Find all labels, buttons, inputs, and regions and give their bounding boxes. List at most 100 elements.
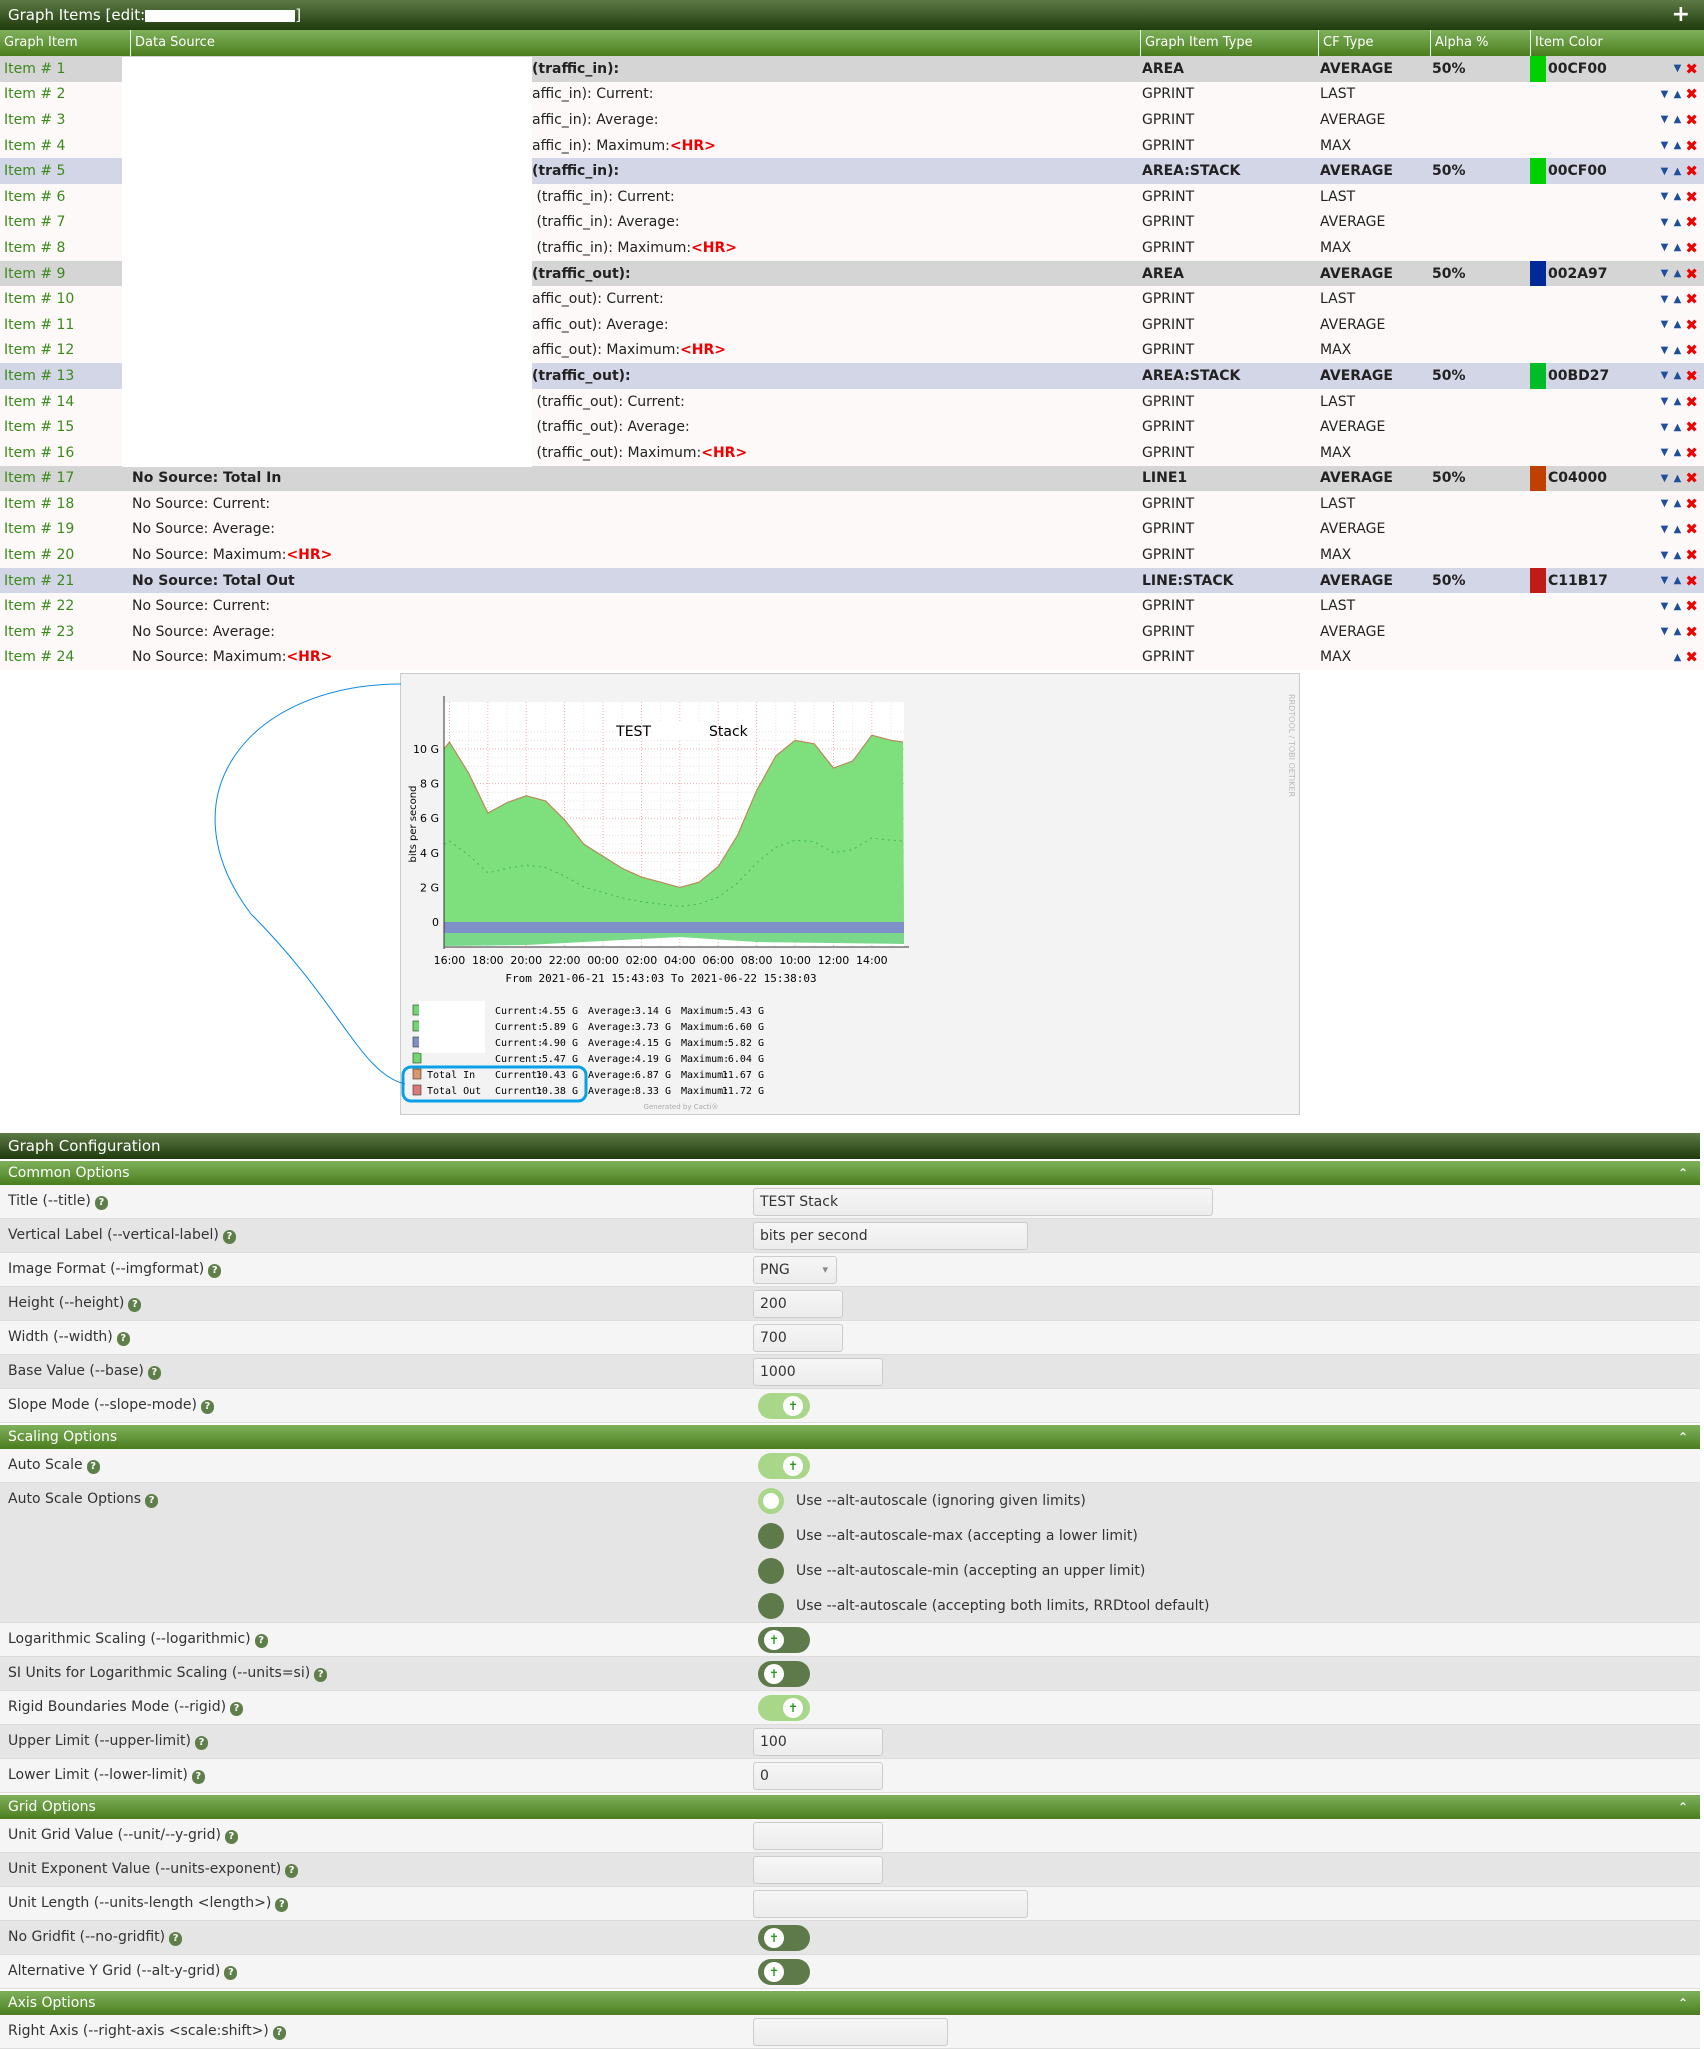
item-link[interactable]: Item # 2 bbox=[0, 86, 130, 102]
help-icon[interactable]: ? bbox=[116, 1332, 130, 1346]
text-input[interactable]: 1000 bbox=[753, 1357, 883, 1386]
move-up-icon[interactable]: ▲ bbox=[1672, 575, 1682, 586]
text-input[interactable] bbox=[753, 2017, 948, 2046]
item-link[interactable]: Item # 18 bbox=[0, 496, 130, 512]
item-link[interactable]: Item # 20 bbox=[0, 547, 130, 563]
item-link[interactable]: Item # 16 bbox=[0, 445, 130, 461]
help-icon[interactable]: ? bbox=[275, 1898, 289, 1912]
toggle-switch[interactable]: ✝ bbox=[758, 1958, 810, 1985]
help-icon[interactable]: ? bbox=[272, 2026, 286, 2040]
delete-icon[interactable]: ✖ bbox=[1685, 213, 1698, 231]
help-icon[interactable]: ? bbox=[230, 1702, 244, 1716]
radio-option[interactable]: Use --alt-autoscale (accepting both limi… bbox=[758, 1588, 1209, 1623]
text-input[interactable] bbox=[753, 1821, 883, 1850]
collapse-icon[interactable]: ⌃ bbox=[1678, 1425, 1688, 1449]
item-link[interactable]: Item # 4 bbox=[0, 138, 130, 154]
delete-icon[interactable]: ✖ bbox=[1685, 648, 1698, 666]
radio-option[interactable]: Use --alt-autoscale (ignoring given limi… bbox=[758, 1483, 1209, 1518]
move-up-icon[interactable]: ▲ bbox=[1672, 89, 1682, 100]
move-up-icon[interactable]: ▲ bbox=[1672, 242, 1682, 253]
move-down-icon[interactable]: ▼ bbox=[1659, 242, 1669, 253]
move-up-icon[interactable]: ▲ bbox=[1672, 498, 1682, 509]
help-icon[interactable]: ? bbox=[314, 1668, 328, 1682]
move-up-icon[interactable]: ▲ bbox=[1672, 114, 1682, 125]
delete-icon[interactable]: ✖ bbox=[1685, 495, 1698, 513]
delete-icon[interactable]: ✖ bbox=[1685, 265, 1698, 283]
move-up-icon[interactable]: ▲ bbox=[1672, 422, 1682, 433]
delete-icon[interactable]: ✖ bbox=[1685, 469, 1698, 487]
item-link[interactable]: Item # 7 bbox=[0, 214, 130, 230]
toggle-switch[interactable]: ✝ bbox=[758, 1626, 810, 1653]
toggle-switch[interactable]: ✝ bbox=[758, 1392, 810, 1419]
delete-icon[interactable]: ✖ bbox=[1685, 85, 1698, 103]
move-up-icon[interactable]: ▲ bbox=[1672, 268, 1682, 279]
text-input[interactable] bbox=[753, 1889, 1028, 1918]
item-link[interactable]: Item # 17 bbox=[0, 470, 130, 486]
help-icon[interactable]: ? bbox=[195, 1736, 208, 1750]
move-down-icon[interactable]: ▼ bbox=[1659, 268, 1669, 279]
item-link[interactable]: Item # 23 bbox=[0, 624, 130, 640]
move-up-icon[interactable]: ▲ bbox=[1672, 473, 1682, 484]
move-down-icon[interactable]: ▼ bbox=[1659, 550, 1669, 561]
section-header-axis-options[interactable]: Axis Options ⌃ bbox=[0, 1991, 1700, 2015]
move-down-icon[interactable]: ▼ bbox=[1659, 319, 1669, 330]
item-link[interactable]: Item # 9 bbox=[0, 266, 130, 282]
text-input[interactable]: 700 bbox=[753, 1323, 843, 1352]
move-up-icon[interactable]: ▲ bbox=[1672, 217, 1682, 228]
item-link[interactable]: Item # 6 bbox=[0, 189, 130, 205]
text-input[interactable]: 200 bbox=[753, 1289, 843, 1318]
text-input[interactable] bbox=[753, 1855, 883, 1884]
section-header-common-options[interactable]: Common Options ⌃ bbox=[0, 1161, 1700, 1185]
radio-button[interactable] bbox=[758, 1487, 784, 1514]
delete-icon[interactable]: ✖ bbox=[1685, 290, 1698, 308]
move-down-icon[interactable]: ▼ bbox=[1659, 370, 1669, 381]
toggle-switch[interactable]: ✝ bbox=[758, 1452, 810, 1479]
move-up-icon[interactable]: ▲ bbox=[1672, 447, 1682, 458]
collapse-icon[interactable]: ⌃ bbox=[1678, 1161, 1688, 1185]
help-icon[interactable]: ? bbox=[128, 1298, 142, 1312]
move-up-icon[interactable]: ▲ bbox=[1672, 652, 1682, 663]
toggle-switch[interactable]: ✝ bbox=[758, 1694, 810, 1721]
item-link[interactable]: Item # 1 bbox=[0, 61, 130, 77]
text-input[interactable]: 0 bbox=[753, 1761, 883, 1790]
delete-icon[interactable]: ✖ bbox=[1685, 111, 1698, 129]
help-icon[interactable]: ? bbox=[94, 1196, 108, 1210]
help-icon[interactable]: ? bbox=[147, 1366, 161, 1380]
item-link[interactable]: Item # 21 bbox=[0, 573, 130, 589]
text-input[interactable]: TEST Stack bbox=[753, 1187, 1213, 1216]
item-link[interactable]: Item # 14 bbox=[0, 394, 130, 410]
radio-option[interactable]: Use --alt-autoscale-max (accepting a low… bbox=[758, 1518, 1209, 1553]
radio-button[interactable] bbox=[758, 1522, 784, 1549]
delete-icon[interactable]: ✖ bbox=[1685, 316, 1698, 334]
toggle-switch[interactable]: ✝ bbox=[758, 1660, 810, 1687]
item-link[interactable]: Item # 5 bbox=[0, 163, 130, 179]
move-up-icon[interactable]: ▲ bbox=[1672, 396, 1682, 407]
move-down-icon[interactable]: ▼ bbox=[1659, 89, 1669, 100]
help-icon[interactable]: ? bbox=[86, 1460, 100, 1474]
collapse-icon[interactable]: ⌃ bbox=[1678, 1795, 1688, 1819]
delete-icon[interactable]: ✖ bbox=[1685, 597, 1698, 615]
delete-icon[interactable]: ✖ bbox=[1685, 444, 1698, 462]
move-down-icon[interactable]: ▼ bbox=[1659, 498, 1669, 509]
item-link[interactable]: Item # 13 bbox=[0, 368, 130, 384]
move-up-icon[interactable]: ▲ bbox=[1672, 345, 1682, 356]
help-icon[interactable]: ? bbox=[254, 1634, 268, 1648]
item-link[interactable]: Item # 15 bbox=[0, 419, 130, 435]
add-item-plus-icon[interactable]: + bbox=[1672, 0, 1690, 30]
item-link[interactable]: Item # 10 bbox=[0, 291, 130, 307]
item-link[interactable]: Item # 22 bbox=[0, 598, 130, 614]
text-input[interactable]: 100 bbox=[753, 1727, 883, 1756]
move-down-icon[interactable]: ▼ bbox=[1659, 396, 1669, 407]
move-up-icon[interactable]: ▲ bbox=[1672, 550, 1682, 561]
help-icon[interactable]: ? bbox=[169, 1932, 183, 1946]
help-icon[interactable]: ? bbox=[222, 1230, 236, 1244]
delete-icon[interactable]: ✖ bbox=[1685, 572, 1698, 590]
move-down-icon[interactable]: ▼ bbox=[1659, 191, 1669, 202]
select-field[interactable]: PNG ▾ bbox=[753, 1255, 837, 1284]
help-icon[interactable]: ? bbox=[208, 1264, 222, 1278]
move-down-icon[interactable]: ▼ bbox=[1659, 166, 1669, 177]
move-down-icon[interactable]: ▼ bbox=[1659, 294, 1669, 305]
move-down-icon[interactable]: ▼ bbox=[1659, 601, 1669, 612]
move-up-icon[interactable]: ▲ bbox=[1672, 370, 1682, 381]
radio-button[interactable] bbox=[758, 1592, 784, 1619]
